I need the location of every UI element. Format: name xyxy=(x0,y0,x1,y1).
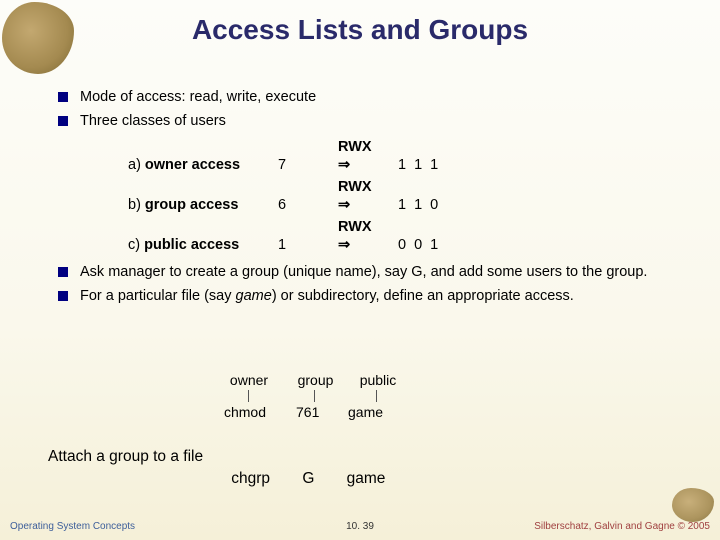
perm-prefix: b) xyxy=(128,197,145,213)
bullet-text-part: For a particular file (say xyxy=(80,288,236,304)
perm-bits: 1 1 1 xyxy=(398,156,458,176)
slide-title: Access Lists and Groups xyxy=(0,0,720,46)
dinosaur-logo-bottom xyxy=(672,488,714,522)
arrow-icon: ⇒ xyxy=(338,197,350,213)
perm-prefix: a) xyxy=(128,157,145,173)
label-group: group xyxy=(288,372,343,388)
bullet-text: Mode of access: read, write, execute xyxy=(80,88,680,108)
tick-line xyxy=(248,390,249,402)
attach-group-text: Attach a group to a file xyxy=(48,448,203,466)
label-owner: owner xyxy=(210,372,288,388)
perm-octal: 1 xyxy=(278,236,338,256)
bullet-item: Three classes of users xyxy=(58,112,680,132)
permissions-table: a) owner access 7 RWX ⇒ 1 1 1 b) group a… xyxy=(128,137,680,257)
slide-body: Mode of access: read, write, execute Thr… xyxy=(58,88,680,310)
rwx-header: RWX xyxy=(338,178,372,198)
perm-bits: 1 1 0 xyxy=(398,196,458,216)
rwx-header: RWX xyxy=(338,218,372,238)
chmod-mode: 761 xyxy=(276,404,348,420)
label-public: public xyxy=(343,372,413,388)
arrow-icon: ⇒ xyxy=(338,157,350,173)
bullet-text-part: ) or subdirectory, define an appropriate… xyxy=(272,288,574,304)
dinosaur-logo-top xyxy=(2,2,74,74)
perm-bits: 0 0 1 xyxy=(398,236,458,256)
arrow-icon: ⇒ xyxy=(338,237,350,253)
perm-octal: 6 xyxy=(278,196,338,216)
perm-row-group: b) group access 6 RWX ⇒ 1 1 0 xyxy=(128,195,680,217)
bullet-item: Ask manager to create a group (unique na… xyxy=(58,263,680,283)
bullet-icon xyxy=(58,92,68,102)
bullet-text-italic: game xyxy=(236,288,272,304)
perm-label: group access xyxy=(145,197,239,213)
bullet-icon xyxy=(58,291,68,301)
bullet-text: Three classes of users xyxy=(80,112,680,132)
perm-row-owner: a) owner access 7 RWX ⇒ 1 1 1 xyxy=(128,155,680,177)
tick-line xyxy=(376,390,377,402)
bullet-item: Mode of access: read, write, execute xyxy=(58,88,680,108)
chmod-diagram: owner group public chmod 761 game xyxy=(210,372,413,420)
tick-line xyxy=(314,390,315,402)
bullet-icon xyxy=(58,116,68,126)
chmod-file: game xyxy=(348,404,408,420)
perm-label: owner access xyxy=(145,157,240,173)
bullet-text: For a particular file (say game) or subd… xyxy=(80,287,680,307)
chgrp-file: game xyxy=(347,470,386,488)
bullet-text: Ask manager to create a group (unique na… xyxy=(80,263,680,283)
footer-right: Silberschatz, Galvin and Gagne © 2005 xyxy=(534,521,710,532)
chmod-command: chmod xyxy=(198,404,276,420)
bullet-item: For a particular file (say game) or subd… xyxy=(58,287,680,307)
chgrp-command: chgrp xyxy=(200,470,298,488)
perm-label: public access xyxy=(144,237,239,253)
perm-prefix: c) xyxy=(128,237,144,253)
chgrp-row: chgrp G game xyxy=(200,470,385,488)
perm-octal: 7 xyxy=(278,156,338,176)
perm-row-public: c) public access 1 RWX ⇒ 0 0 1 xyxy=(128,235,680,257)
chgrp-group: G xyxy=(302,470,342,488)
rwx-header: RWX xyxy=(338,138,372,158)
bullet-icon xyxy=(58,267,68,277)
